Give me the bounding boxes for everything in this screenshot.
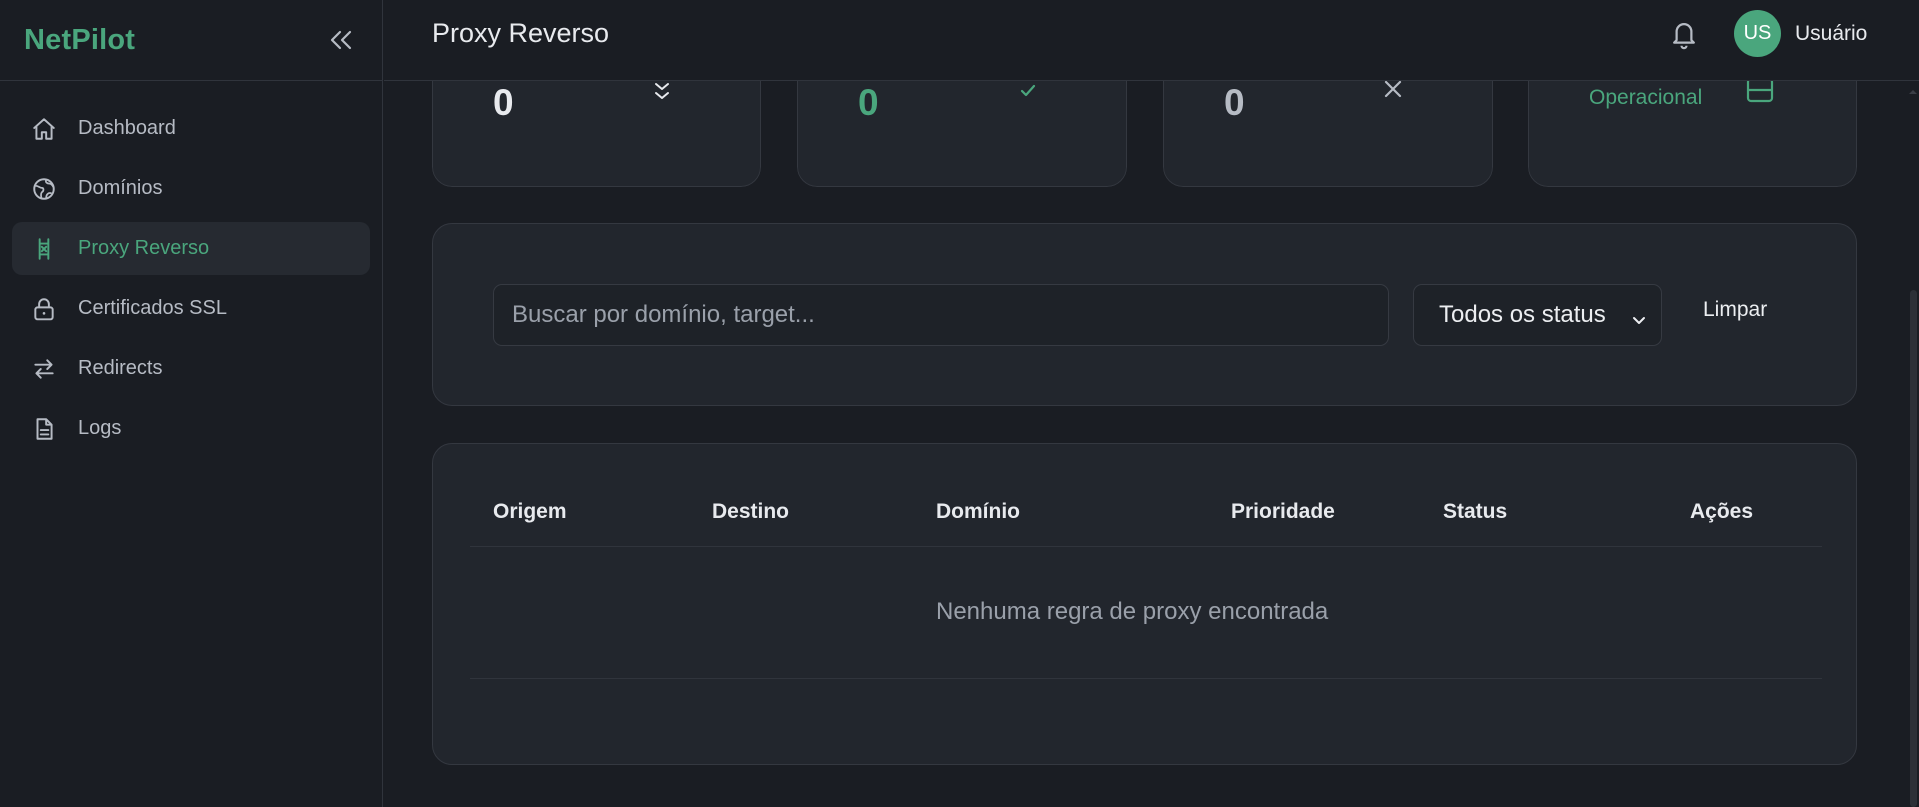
clear-filters-button[interactable]: Limpar (1703, 298, 1767, 322)
page-title: Proxy Reverso (432, 18, 610, 48)
table-header-divider (470, 546, 1822, 547)
sidebar: NetPilot Dashboard Domínios Proxy Revers… (0, 0, 383, 807)
notifications-bell-icon[interactable] (1669, 17, 1699, 51)
proxy-icon (30, 235, 58, 263)
status-filter-value: Todos os status (1439, 301, 1606, 328)
home-icon (30, 115, 58, 143)
search-input[interactable] (493, 284, 1389, 346)
column-header-dominio[interactable]: Domínio (936, 500, 1020, 524)
chevron-down-icon (1631, 307, 1647, 335)
sort-icon (650, 81, 674, 103)
sidebar-item-label: Certificados SSL (78, 297, 227, 319)
column-header-destino[interactable]: Destino (712, 500, 789, 524)
collapse-sidebar-icon[interactable] (324, 23, 358, 57)
brand-header: NetPilot (0, 0, 382, 81)
table-bottom-divider (470, 678, 1822, 679)
globe-icon (30, 175, 58, 203)
scroll-up-arrow-icon[interactable] (1908, 84, 1918, 94)
stat-value: 0 (493, 82, 514, 123)
sidebar-item-label: Logs (78, 417, 122, 439)
sidebar-item-label: Redirects (78, 357, 163, 379)
sidebar-item-label: Domínios (78, 177, 163, 199)
avatar: US (1734, 10, 1781, 57)
sidebar-item-redirects[interactable]: Redirects (12, 342, 370, 395)
stat-value: 0 (1224, 82, 1245, 123)
scrollbar-thumb[interactable] (1910, 290, 1917, 807)
check-icon (1016, 81, 1040, 103)
sidebar-item-label: Proxy Reverso (78, 237, 210, 259)
stat-value: 0 (858, 82, 879, 123)
sidebar-item-label: Dashboard (78, 117, 176, 139)
column-header-origem[interactable]: Origem (493, 500, 567, 524)
column-header-acoes: Ações (1690, 500, 1754, 523)
column-header-status[interactable]: Status (1443, 500, 1507, 524)
sidebar-item-proxy-reverso[interactable]: Proxy Reverso (12, 222, 370, 275)
column-header-prioridade[interactable]: Prioridade (1231, 500, 1335, 524)
status-filter-select[interactable]: Todos os status (1413, 284, 1662, 346)
system-status-text: Operacional (1589, 86, 1703, 109)
document-icon (30, 415, 58, 443)
top-bar: Proxy Reverso US Usuário (384, 0, 1919, 81)
user-name: Usuário (1795, 21, 1868, 45)
arrows-swap-icon (30, 355, 58, 383)
sidebar-item-dashboard[interactable]: Dashboard (12, 102, 370, 155)
brand-logo[interactable]: NetPilot (24, 24, 135, 57)
user-menu[interactable]: US Usuário (1734, 10, 1867, 57)
sidebar-nav: Dashboard Domínios Proxy Reverso Certifi… (0, 81, 382, 455)
sidebar-item-dominios[interactable]: Domínios (12, 162, 370, 215)
sidebar-item-certificados-ssl[interactable]: Certificados SSL (12, 282, 370, 335)
lock-icon (30, 295, 58, 323)
sidebar-item-logs[interactable]: Logs (12, 402, 370, 455)
empty-state-message: Nenhuma regra de proxy encontrada (936, 598, 1329, 625)
